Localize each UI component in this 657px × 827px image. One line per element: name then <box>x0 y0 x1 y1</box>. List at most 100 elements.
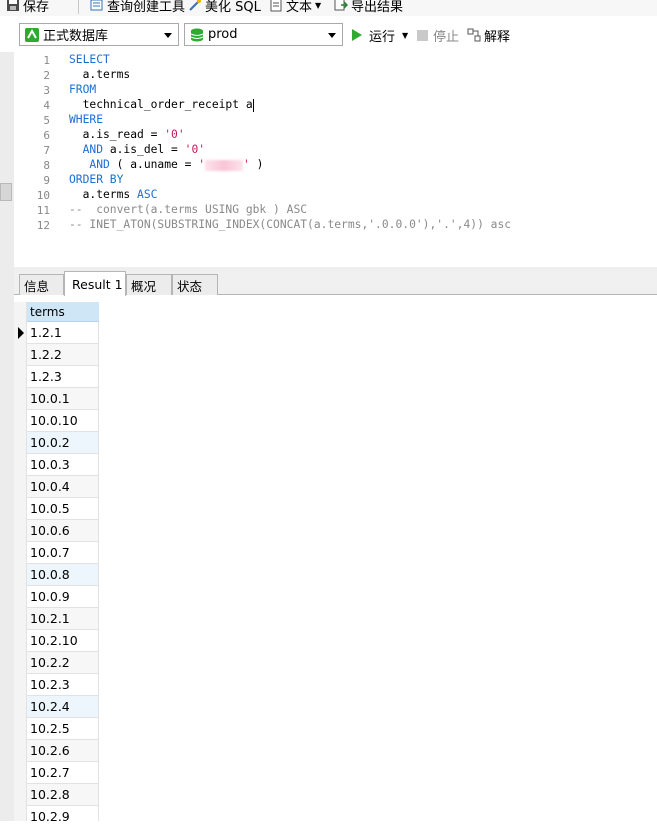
sql-keyword: ASC <box>137 188 158 201</box>
sql-string: ' <box>198 158 206 171</box>
table-row[interactable]: 10.0.1 <box>27 388 99 410</box>
line-number: 6 <box>43 129 50 142</box>
table-row[interactable]: 10.2.10 <box>27 630 99 652</box>
column-header-terms[interactable]: terms <box>27 302 99 322</box>
line-number: 11 <box>36 204 50 217</box>
beautify-sql-button[interactable]: 美化 SQL <box>188 0 261 15</box>
code-line: ORDER BY <box>69 173 123 186</box>
table-row[interactable]: 10.0.6 <box>27 520 99 542</box>
table-row[interactable]: 10.0.8 <box>27 564 99 586</box>
run-icon <box>352 29 362 41</box>
sql-string: ' <box>243 158 250 171</box>
export-results-label: 导出结果 <box>351 0 404 15</box>
export-icon <box>334 0 349 12</box>
stop-label: 停止 <box>433 29 460 45</box>
line-number: 2 <box>43 69 50 82</box>
connection-select[interactable]: 正式数据库 <box>19 23 179 46</box>
sql-keyword: ORDER BY <box>69 173 124 186</box>
stop-icon <box>417 29 428 41</box>
table-row[interactable]: 10.2.4 <box>27 696 99 718</box>
table-row[interactable]: 10.2.8 <box>27 784 99 806</box>
row-indicator-column <box>14 302 27 821</box>
result-grid <box>14 296 657 821</box>
chevron-down-icon: ▼ <box>315 0 322 10</box>
line-number: 7 <box>43 144 50 157</box>
redacted-value <box>205 159 244 171</box>
save-icon <box>6 0 20 12</box>
query-builder-button[interactable]: 查询创建工具 <box>90 0 186 15</box>
code-comment: -- convert(a.terms USING gbk ) ASC <box>69 203 308 216</box>
line-number: 10 <box>36 189 50 202</box>
query-builder-label: 查询创建工具 <box>107 0 186 15</box>
sql-keyword: AND <box>82 143 104 156</box>
main-toolbar: 保存 查询创建工具 美化 SQL 文本 ▼ 导出结果 <box>0 0 657 16</box>
chevron-down-icon <box>164 33 172 38</box>
code-line: SELECT <box>69 53 110 66</box>
query-builder-icon <box>90 0 104 12</box>
code-line: a.terms <box>69 68 131 81</box>
database-select[interactable]: prod <box>184 23 343 46</box>
run-label: 运行 <box>369 29 396 45</box>
toolbar-divider <box>78 0 79 14</box>
current-row-indicator-icon <box>18 327 24 339</box>
line-number: 9 <box>43 174 50 187</box>
table-row[interactable]: 10.2.9 <box>27 806 99 824</box>
database-value: prod <box>208 27 238 42</box>
database-icon <box>190 28 204 42</box>
code-line: AND ( a.uname = ' ' ) <box>89 158 264 171</box>
side-panel-toggle[interactable] <box>0 183 12 201</box>
table-row[interactable]: 10.0.3 <box>27 454 99 476</box>
table-row[interactable]: 10.2.3 <box>27 674 99 696</box>
tab-status[interactable]: 状态 <box>172 274 218 295</box>
code-line: a.is_read = '0' <box>69 128 185 141</box>
sql-keyword: WHERE <box>69 113 104 126</box>
text-button[interactable]: 文本 ▼ <box>269 0 322 15</box>
line-number: 3 <box>43 84 50 97</box>
table-row[interactable]: 10.2.1 <box>27 608 99 630</box>
line-number: 8 <box>43 159 50 172</box>
table-row[interactable]: 1.2.1 <box>27 322 99 344</box>
connection-icon <box>25 27 39 42</box>
beautify-sql-label: 美化 SQL <box>205 0 261 15</box>
table-row[interactable]: 10.0.2 <box>27 432 99 454</box>
sql-keyword: FROM <box>69 83 97 96</box>
line-number: 4 <box>43 99 50 112</box>
tab-overview[interactable]: 概况 <box>126 274 172 295</box>
table-row[interactable]: 10.0.7 <box>27 542 99 564</box>
beautify-icon <box>188 0 202 12</box>
line-number: 5 <box>43 114 50 127</box>
sql-keyword: AND <box>89 158 110 171</box>
text-label: 文本 <box>286 0 313 15</box>
table-row[interactable]: 1.2.2 <box>27 344 99 366</box>
table-row[interactable]: 10.2.2 <box>27 652 99 674</box>
chevron-down-icon <box>328 33 336 38</box>
text-cursor <box>252 98 254 112</box>
tab-result-1[interactable]: Result 1 <box>64 271 126 296</box>
code-line: technical_order_receipt a <box>69 98 254 112</box>
line-number: 1 <box>43 54 50 67</box>
code-line: a.terms ASC <box>69 188 158 201</box>
table-row[interactable]: 10.0.4 <box>27 476 99 498</box>
export-results-button[interactable]: 导出结果 <box>334 0 404 15</box>
stop-button[interactable]: 停止 <box>417 26 460 45</box>
explain-label: 解释 <box>484 29 511 45</box>
code-line: AND a.is_del = '0' <box>82 143 206 156</box>
table-row[interactable]: 10.0.5 <box>27 498 99 520</box>
code-line: FROM <box>69 83 96 96</box>
code-line: WHERE <box>69 113 103 126</box>
connection-value: 正式数据库 <box>43 29 109 44</box>
table-row[interactable]: 10.0.10 <box>27 410 99 432</box>
table-row[interactable]: 10.2.5 <box>27 718 99 740</box>
table-row[interactable]: 10.0.9 <box>27 586 99 608</box>
tab-info[interactable]: 信息 <box>19 274 64 295</box>
run-button[interactable]: 运行 ▼ <box>352 26 408 45</box>
code-comment: -- INET_ATON(SUBSTRING_INDEX(CONCAT(a.te… <box>69 218 512 231</box>
sql-string: '0' <box>184 143 206 156</box>
sql-keyword: SELECT <box>69 53 110 66</box>
table-row[interactable]: 1.2.3 <box>27 366 99 388</box>
explain-button[interactable]: 解释 <box>467 26 511 45</box>
explain-icon <box>467 28 481 42</box>
save-button[interactable]: 保存 <box>6 0 49 15</box>
table-row[interactable]: 10.2.6 <box>27 740 99 762</box>
table-row[interactable]: 10.2.7 <box>27 762 99 784</box>
